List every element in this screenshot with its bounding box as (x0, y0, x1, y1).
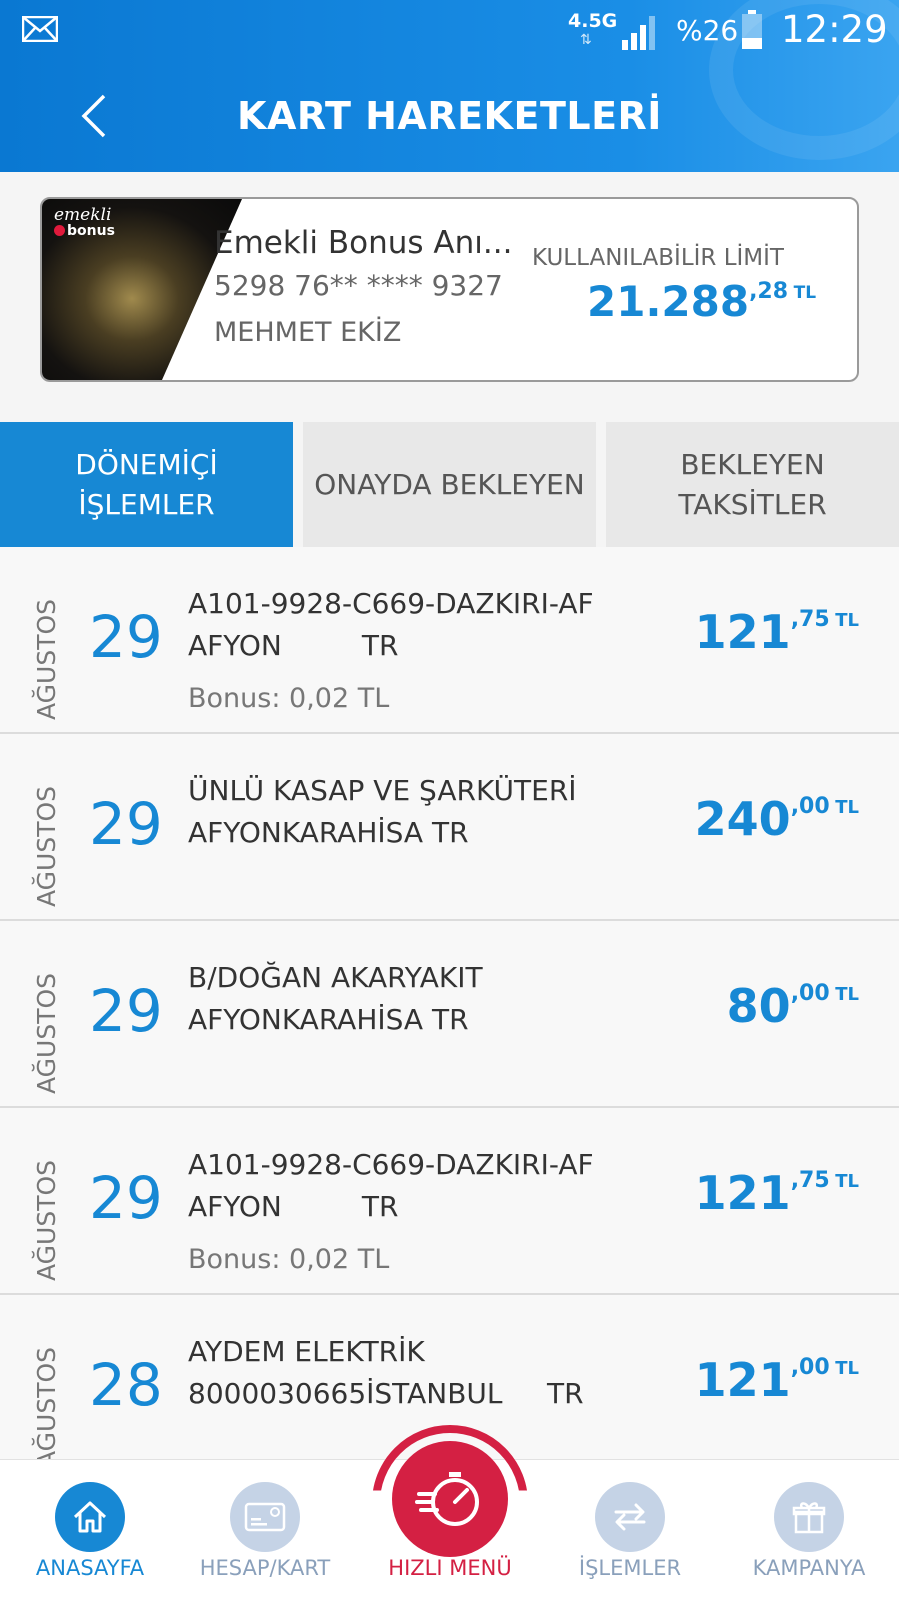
transaction-day: 29 (89, 603, 163, 671)
stopwatch-icon (392, 1441, 508, 1557)
tab-label-line1: ONAYDA BEKLEYEN (314, 467, 585, 501)
limit-decimal: ,28 (749, 279, 789, 304)
amount-integer: 121 (694, 605, 791, 659)
merchant-location: AFYON TR (188, 629, 399, 662)
tab-label-line1: DÖNEMİÇİ (75, 447, 218, 481)
transaction-amount: 121,00 TL (695, 1353, 859, 1407)
nav-islemler[interactable]: İŞLEMLER (540, 1460, 720, 1599)
transaction-row[interactable]: AĞUSTOS 29 A101-9928-C669-DAZKIRI-AF AFY… (0, 1108, 899, 1295)
transaction-day: 29 (89, 790, 163, 858)
month-label: AĞUSTOS (32, 785, 61, 907)
transaction-amount: 121,75 TL (695, 1166, 859, 1220)
battery-percent: %26 (676, 14, 739, 47)
merchant-location: AFYONKARAHİSA TR (188, 1003, 469, 1036)
nav-label: HESAP/KART (199, 1556, 331, 1580)
transaction-amount: 121,75 TL (695, 605, 859, 659)
bonus-earned: Bonus: 0,02 TL (188, 683, 390, 714)
merchant-name: AYDEM ELEKTRİK (188, 1335, 425, 1368)
brand-heart-icon (54, 225, 65, 236)
amount-currency: TL (835, 610, 859, 631)
network-arrows-icon: ⇅ (580, 32, 592, 48)
tab-label-line2: TAKSİTLER (678, 487, 827, 521)
merchant-name: ÜNLÜ KASAP VE ŞARKÜTERİ (188, 774, 577, 807)
tab-label-line2: İŞLEMLER (78, 487, 215, 521)
signal-icon (622, 16, 655, 50)
transaction-day: 29 (89, 977, 163, 1045)
amount-decimal: ,75 (790, 1168, 830, 1193)
nav-anasayfa[interactable]: ANASAYFA (0, 1460, 180, 1599)
card-number: 5298 76** **** 9327 (214, 269, 503, 302)
limit-currency: TL (793, 283, 817, 303)
limit-integer: 21.288 (587, 277, 750, 326)
amount-decimal: ,75 (790, 607, 830, 632)
card-summary[interactable]: emekli bonus Emekli Bonus Anı... 5298 76… (40, 197, 859, 382)
transaction-amount: 240,00 TL (695, 792, 859, 846)
card-icon (230, 1482, 300, 1552)
status-bar: 4.5G ⇅ %26 12:29 (0, 0, 899, 62)
merchant-location: AFYONKARAHİSA TR (188, 816, 469, 849)
merchant-name: A101-9928-C669-DAZKIRI-AF (188, 587, 594, 620)
transaction-day: 28 (89, 1351, 163, 1419)
amount-integer: 80 (726, 979, 791, 1033)
tab-donemici-islemler[interactable]: DÖNEMİÇİ İŞLEMLER (0, 422, 293, 547)
amount-integer: 121 (694, 1353, 791, 1407)
hizli-menu-button[interactable] (372, 1425, 528, 1557)
month-label: AĞUSTOS (32, 972, 61, 1094)
amount-integer: 121 (694, 1166, 791, 1220)
page-title: KART HAREKETLERİ (237, 94, 662, 138)
card-brand-line1: emekli (54, 205, 112, 225)
home-icon (55, 1482, 125, 1552)
nav-label: İŞLEMLER (578, 1556, 682, 1580)
amount-decimal: ,00 (790, 981, 830, 1006)
card-holder: MEHMET EKİZ (214, 317, 402, 348)
month-label: AĞUSTOS (32, 598, 61, 720)
tab-bekleyen-taksitler[interactable]: BEKLEYEN TAKSİTLER (606, 422, 899, 547)
amount-decimal: ,00 (790, 794, 830, 819)
transfer-icon (595, 1482, 665, 1552)
month-label: AĞUSTOS (32, 1346, 61, 1459)
transaction-row[interactable]: AĞUSTOS 29 B/DOĞAN AKARYAKIT AFYONKARAHİ… (0, 921, 899, 1108)
limit-value: 21.288,28 TL (587, 277, 816, 326)
transaction-amount: 80,00 TL (727, 979, 859, 1033)
tab-label-line1: BEKLEYEN (680, 447, 825, 481)
app-header: 4.5G ⇅ %26 12:29 KART HAREKETLERİ (0, 0, 899, 172)
battery-icon (742, 10, 762, 49)
merchant-name: A101-9928-C669-DAZKIRI-AF (188, 1148, 594, 1181)
amount-integer: 240 (694, 792, 791, 846)
merchant-name: B/DOĞAN AKARYAKIT (188, 961, 483, 994)
nav-label: ANASAYFA (35, 1556, 145, 1580)
month-label: AĞUSTOS (32, 1159, 61, 1281)
clock: 12:29 (781, 8, 888, 51)
gift-icon (774, 1482, 844, 1552)
tab-onayda-bekleyen[interactable]: ONAYDA BEKLEYEN (303, 422, 596, 547)
amount-currency: TL (835, 984, 859, 1005)
transaction-row[interactable]: AĞUSTOS 29 ÜNLÜ KASAP VE ŞARKÜTERİ AFYON… (0, 734, 899, 921)
amount-currency: TL (835, 1171, 859, 1192)
limit-label: KULLANILABİLİR LİMİT (532, 245, 784, 271)
merchant-location: 8000030665İSTANBUL TR (188, 1377, 584, 1410)
mail-icon (22, 16, 58, 42)
transaction-month: AĞUSTOS (30, 1343, 70, 1459)
transaction-day: 29 (89, 1164, 163, 1232)
card-name: Emekli Bonus Anı... (214, 225, 513, 261)
amount-currency: TL (835, 797, 859, 818)
network-label: 4.5G (568, 10, 618, 32)
amount-decimal: ,00 (790, 1355, 830, 1380)
nav-hesap-kart[interactable]: HESAP/KART (175, 1460, 355, 1599)
card-brand-line2: bonus (67, 223, 115, 239)
merchant-location: AFYON TR (188, 1190, 399, 1223)
nav-kampanya[interactable]: KAMPANYA (719, 1460, 899, 1599)
amount-currency: TL (835, 1358, 859, 1379)
nav-label: HIZLI MENÜ (388, 1556, 512, 1580)
bonus-earned: Bonus: 0,02 TL (188, 1244, 390, 1275)
transaction-row[interactable]: AĞUSTOS 29 A101-9928-C669-DAZKIRI-AF AFY… (0, 547, 899, 734)
nav-label: KAMPANYA (752, 1556, 866, 1580)
card-brand-logo: bonus (54, 223, 115, 239)
transaction-list[interactable]: AĞUSTOS 29 A101-9928-C669-DAZKIRI-AF AFY… (0, 547, 899, 1459)
